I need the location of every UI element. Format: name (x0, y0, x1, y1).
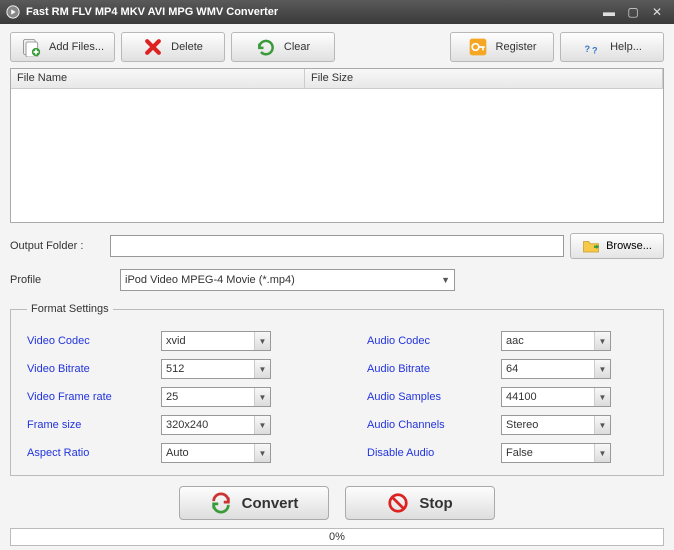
audio-bitrate-label: Audio Bitrate (367, 363, 501, 375)
delete-button[interactable]: Delete (121, 32, 225, 62)
disable-audio-label: Disable Audio (367, 447, 501, 459)
audio-codec-label: Audio Codec (367, 335, 501, 347)
video-codec-label: Video Codec (27, 335, 161, 347)
chevron-down-icon: ▼ (441, 275, 450, 285)
audio-codec-select[interactable]: aac▼ (501, 331, 611, 351)
folder-icon (582, 237, 600, 255)
chevron-down-icon: ▼ (254, 332, 270, 350)
register-label: Register (496, 41, 537, 53)
format-settings-legend: Format Settings (27, 303, 113, 315)
stop-label: Stop (419, 495, 452, 512)
minimize-button[interactable]: ▬ (598, 4, 620, 20)
add-files-icon (21, 37, 41, 57)
audio-samples-select[interactable]: 44100▼ (501, 387, 611, 407)
clear-label: Clear (284, 41, 310, 53)
stop-icon (387, 492, 409, 514)
browse-label: Browse... (606, 240, 652, 252)
chevron-down-icon: ▼ (594, 416, 610, 434)
browse-button[interactable]: Browse... (570, 233, 664, 259)
audio-samples-label: Audio Samples (367, 391, 501, 403)
clear-button[interactable]: Clear (231, 32, 335, 62)
profile-select[interactable]: iPod Video MPEG-4 Movie (*.mp4) ▼ (120, 269, 455, 291)
chevron-down-icon: ▼ (254, 360, 270, 378)
audio-channels-label: Audio Channels (367, 419, 501, 431)
window-title: Fast RM FLV MP4 MKV AVI MPG WMV Converte… (26, 6, 596, 18)
help-icon: ?? (582, 37, 602, 57)
audio-bitrate-select[interactable]: 64▼ (501, 359, 611, 379)
format-settings-fieldset: Format Settings Video Codecxvid▼ Video B… (10, 303, 664, 476)
add-files-button[interactable]: Add Files... (10, 32, 115, 62)
chevron-down-icon: ▼ (254, 444, 270, 462)
output-folder-label: Output Folder : (10, 240, 110, 252)
chevron-down-icon: ▼ (594, 444, 610, 462)
profile-label: Profile (10, 274, 120, 286)
maximize-button[interactable]: ▢ (622, 4, 644, 20)
video-bitrate-label: Video Bitrate (27, 363, 161, 375)
video-codec-select[interactable]: xvid▼ (161, 331, 271, 351)
profile-value: iPod Video MPEG-4 Movie (*.mp4) (125, 274, 441, 286)
chevron-down-icon: ▼ (254, 416, 270, 434)
titlebar: Fast RM FLV MP4 MKV AVI MPG WMV Converte… (0, 0, 674, 24)
output-folder-input[interactable] (110, 235, 564, 257)
chevron-down-icon: ▼ (254, 388, 270, 406)
chevron-down-icon: ▼ (594, 332, 610, 350)
close-button[interactable]: ✕ (646, 4, 668, 20)
progress-bar: 0% (10, 528, 664, 546)
frame-size-label: Frame size (27, 419, 161, 431)
chevron-down-icon: ▼ (594, 360, 610, 378)
svg-text:?: ? (585, 44, 591, 54)
video-framerate-label: Video Frame rate (27, 391, 161, 403)
toolbar: Add Files... Delete Clear Register ?? He (10, 32, 664, 62)
video-bitrate-select[interactable]: 512▼ (161, 359, 271, 379)
convert-label: Convert (242, 495, 299, 512)
register-button[interactable]: Register (450, 32, 554, 62)
register-icon (468, 37, 488, 57)
add-files-label: Add Files... (49, 41, 104, 53)
col-filesize[interactable]: File Size (305, 69, 663, 88)
stop-button[interactable]: Stop (345, 486, 495, 520)
aspect-ratio-label: Aspect Ratio (27, 447, 161, 459)
file-list-body[interactable] (11, 89, 663, 222)
file-list-header: File Name File Size (11, 69, 663, 89)
delete-icon (143, 37, 163, 57)
convert-icon (210, 492, 232, 514)
delete-label: Delete (171, 41, 203, 53)
app-icon (6, 5, 20, 19)
file-list[interactable]: File Name File Size (10, 68, 664, 223)
audio-channels-select[interactable]: Stereo▼ (501, 415, 611, 435)
svg-text:?: ? (592, 46, 598, 56)
col-filename[interactable]: File Name (11, 69, 305, 88)
video-framerate-select[interactable]: 25▼ (161, 387, 271, 407)
help-button[interactable]: ?? Help... (560, 32, 664, 62)
clear-icon (256, 37, 276, 57)
disable-audio-select[interactable]: False▼ (501, 443, 611, 463)
progress-text: 0% (329, 531, 345, 543)
chevron-down-icon: ▼ (594, 388, 610, 406)
help-label: Help... (610, 41, 642, 53)
convert-button[interactable]: Convert (179, 486, 329, 520)
frame-size-select[interactable]: 320x240▼ (161, 415, 271, 435)
aspect-ratio-select[interactable]: Auto▼ (161, 443, 271, 463)
